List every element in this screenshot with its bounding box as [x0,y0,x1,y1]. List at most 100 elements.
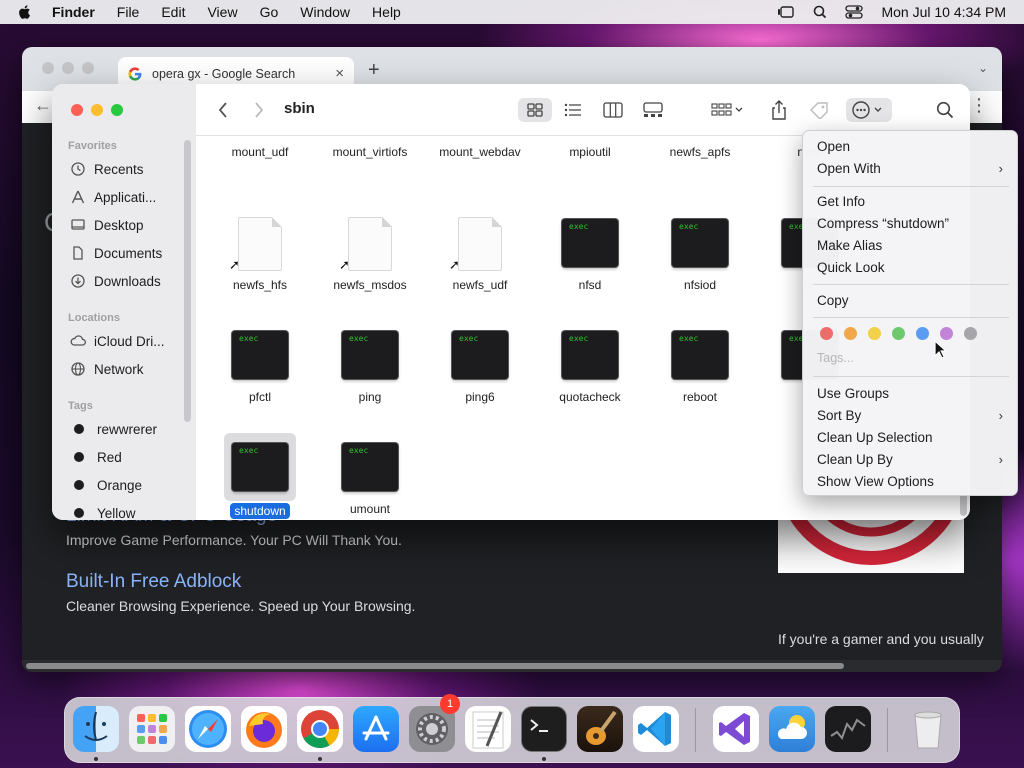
window-zoom-inactive[interactable] [82,62,94,74]
dock-vscode-icon[interactable] [633,706,679,752]
dock-app-store-icon[interactable] [353,706,399,752]
horizontal-scrollbar[interactable] [22,660,1002,672]
menu-clock[interactable]: Mon Jul 10 4:34 PM [881,4,1006,20]
sidebar-item-applications[interactable]: Applicati... [70,186,156,208]
tag-orange-dot[interactable] [844,327,857,340]
file-item[interactable]: exec pfctl [205,329,315,404]
column-view-icon[interactable] [598,98,628,122]
menu-item-make-alias[interactable]: Make Alias [817,238,882,253]
tag-gray-dot[interactable] [964,327,977,340]
apple-icon[interactable] [16,3,34,21]
tag-icon[interactable] [806,98,832,122]
menu-finder[interactable]: Finder [52,4,95,20]
tab-list-icon[interactable]: ⌄ [978,61,988,75]
gallery-view-icon[interactable] [638,98,668,122]
menu-item-clean-up-by[interactable]: Clean Up By [817,452,893,467]
dock-chrome-icon[interactable] [297,706,343,752]
close-button[interactable] [71,104,83,116]
control-center-icon[interactable] [845,5,864,19]
sidebar-item-recents[interactable]: Recents [70,158,144,180]
file-item[interactable]: exec nfsd [535,217,645,292]
sidebar-tag-rewwrerer[interactable]: rewwrerer [70,418,157,440]
tag-blue-dot[interactable] [916,327,929,340]
sidebar-tag-orange[interactable]: Orange [70,474,142,496]
menu-go[interactable]: Go [260,4,279,20]
more-actions-icon[interactable] [846,98,892,122]
menu-edit[interactable]: Edit [161,4,185,20]
window-minimize-inactive[interactable] [62,62,74,74]
browser-menu-icon[interactable]: ⋮ [970,95,988,116]
menu-item-open[interactable]: Open [817,139,850,154]
browser-back-icon[interactable]: ← [34,95,52,116]
finder-search-icon[interactable] [932,98,958,122]
minimize-button[interactable] [91,104,103,116]
menu-item-clean-up-selection[interactable]: Clean Up Selection [817,430,933,445]
tag-green-dot[interactable] [892,327,905,340]
file-item[interactable]: exec ping [315,329,425,404]
file-item[interactable]: mount_virtiofs [315,137,425,159]
file-item[interactable]: exec ping6 [425,329,535,404]
dock-stocks-icon[interactable] [825,706,871,752]
sidebar-item-desktop[interactable]: Desktop [70,214,144,236]
file-item-selected[interactable]: exec shutdown [205,433,315,519]
file-item[interactable]: exec umount [315,441,425,516]
file-item[interactable]: ➚ newfs_msdos [315,217,425,292]
menu-item-show-view-options[interactable]: Show View Options [817,474,934,489]
file-item[interactable]: mount_udf [205,137,315,159]
menu-file[interactable]: File [117,4,140,20]
sidebar-section-tags: Tags [68,400,93,412]
back-chevron-icon[interactable] [212,98,234,122]
tags-placeholder[interactable]: Tags... [817,351,854,365]
sidebar-item-network[interactable]: Network [70,358,144,380]
sidebar-tag-red[interactable]: Red [70,446,122,468]
file-item[interactable]: newfs_apfs [645,137,755,159]
dock-terminal-icon[interactable] [521,706,567,752]
file-item[interactable]: exec reboot [645,329,755,404]
dock-visual-studio-icon[interactable] [713,706,759,752]
dock-finder-icon[interactable] [73,706,119,752]
new-tab-icon[interactable]: + [368,59,380,82]
menu-item-compress[interactable]: Compress “shutdown” [817,216,949,231]
search-icon[interactable] [811,5,829,19]
forward-chevron-icon[interactable] [248,98,270,122]
dock-firefox-icon[interactable] [241,706,287,752]
menu-item-copy[interactable]: Copy [817,293,849,308]
dock-launchpad-icon[interactable] [129,706,175,752]
window-close-inactive[interactable] [42,62,54,74]
file-item[interactable]: mpioutil [535,137,645,159]
dock-weather-icon[interactable] [769,706,815,752]
menu-help[interactable]: Help [372,4,401,20]
menu-item-open-with[interactable]: Open With [817,161,881,176]
tag-red-dot[interactable] [820,327,833,340]
list-view-icon[interactable] [558,98,588,122]
sidebar-item-documents[interactable]: Documents [70,242,162,264]
file-item[interactable]: exec nfsiod [645,217,755,292]
result-headline-2[interactable]: Built-In Free Adblock [66,571,241,593]
sidebar-item-downloads[interactable]: Downloads [70,270,161,292]
menu-window[interactable]: Window [300,4,350,20]
file-item[interactable]: mount_webdav [425,137,535,159]
tag-purple-dot[interactable] [940,327,953,340]
share-icon[interactable] [766,98,792,122]
sidebar-tag-yellow[interactable]: Yellow [70,502,136,520]
file-item[interactable]: ➚ newfs_hfs [205,217,315,292]
sidebar-item-icloud[interactable]: iCloud Dri... [70,330,165,352]
zoom-button[interactable] [111,104,123,116]
menu-view[interactable]: View [207,4,237,20]
stage-manager-icon[interactable] [777,5,795,19]
file-item[interactable]: exec quotacheck [535,329,645,404]
dock-trash-icon[interactable] [905,706,951,752]
menu-item-sort-by[interactable]: Sort By [817,408,861,423]
tab-close-icon[interactable]: × [335,65,344,82]
group-by-icon[interactable] [708,98,748,122]
menu-item-use-groups[interactable]: Use Groups [817,386,889,401]
icon-view-icon[interactable] [518,98,552,122]
menu-item-get-info[interactable]: Get Info [817,194,865,209]
sidebar-scrollbar[interactable] [184,140,191,422]
dock-safari-icon[interactable] [185,706,231,752]
file-item[interactable]: ➚ newfs_udf [425,217,535,292]
tag-yellow-dot[interactable] [868,327,881,340]
dock-textedit-icon[interactable] [465,706,511,752]
menu-item-quick-look[interactable]: Quick Look [817,260,885,275]
dock-garageband-icon[interactable] [577,706,623,752]
